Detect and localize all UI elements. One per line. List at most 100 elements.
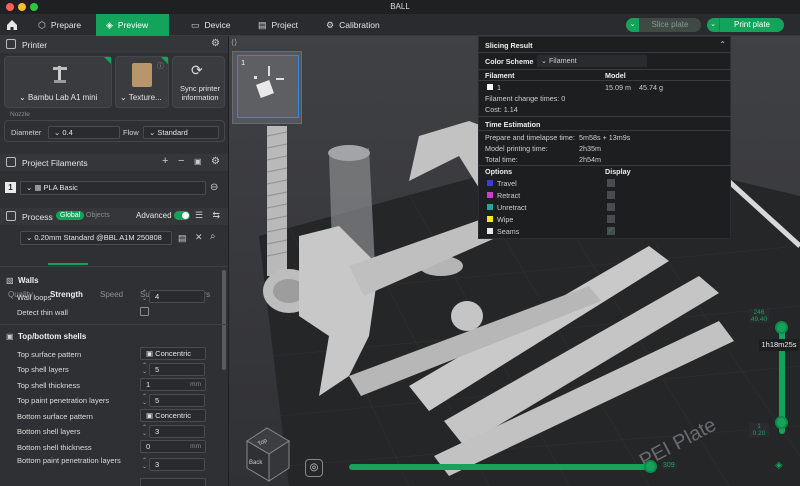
chevron-down-icon: ⌄: [120, 93, 129, 102]
gear-icon[interactable]: ⚙: [211, 38, 220, 49]
concentric-icon: ▣: [146, 349, 156, 358]
process-section-header: Process Global Objects Advanced ☰ ⇆: [0, 208, 228, 225]
tab-speed[interactable]: Speed: [100, 290, 123, 299]
wall-loops-input[interactable]: 4: [149, 290, 205, 303]
print-plate-button[interactable]: ⌄ Print plate: [707, 18, 784, 32]
monitor-icon: ▭: [191, 20, 200, 30]
plate-thumbnail-image: [254, 66, 284, 98]
seams-swatch: [487, 228, 493, 234]
list-icon[interactable]: ☰: [195, 210, 203, 221]
filament-select[interactable]: ⌄ ▦ PLA Basic: [20, 181, 206, 195]
bottom-shell-thickness-input[interactable]: 0 mm: [140, 440, 206, 453]
layers-toggle-icon[interactable]: ◈: [775, 460, 783, 471]
retract-swatch: [487, 192, 493, 198]
bottom-shell-layers-input[interactable]: 3: [149, 425, 205, 438]
zoom-window-button[interactable]: [30, 3, 38, 11]
close-icon[interactable]: ✕: [195, 232, 203, 243]
move-slider-track[interactable]: [349, 464, 654, 470]
plate-image: [132, 63, 152, 87]
layer-slider-bottom-handle[interactable]: [775, 416, 788, 429]
collapse-sidebar-icon[interactable]: ⟨⟩: [231, 38, 237, 47]
active-tab-indicator: [48, 263, 88, 265]
color-scheme-select[interactable]: ⌄ Filament: [537, 55, 647, 67]
retract-display-checkbox[interactable]: [607, 191, 615, 199]
nozzle-card: Diameter ⌄ 0.4 Flow ⌄ Standard: [4, 120, 225, 142]
plate-thumbnail[interactable]: 1: [237, 55, 299, 118]
target-icon[interactable]: ◎: [305, 459, 323, 477]
chevron-down-icon: ⌄: [19, 93, 28, 102]
chevron-down-icon[interactable]: ⌄: [707, 18, 720, 32]
unretract-display-checkbox[interactable]: [607, 203, 615, 211]
travel-swatch: [487, 180, 493, 186]
tab-preview[interactable]: ◈ Preview: [96, 14, 169, 36]
detect-thin-wall-checkbox[interactable]: [140, 307, 149, 316]
sync-printer-button[interactable]: ⟳ Sync printer information: [172, 56, 225, 108]
stepper-arrows-icon[interactable]: ⌃ ⌄: [142, 458, 148, 470]
filament-index: 1: [5, 182, 16, 193]
layer-slider-top-handle[interactable]: [775, 321, 788, 334]
remove-icon[interactable]: −: [178, 155, 184, 167]
top-paint-penetration-input[interactable]: 5: [149, 394, 205, 407]
view-cube-back[interactable]: Back: [249, 460, 263, 466]
close-window-button[interactable]: [6, 3, 14, 11]
process-profile-select[interactable]: ⌄ 0.20mm Standard @BBL A1M 250808: [20, 231, 172, 245]
chevron-down-icon: ⌄: [541, 56, 550, 65]
stepper-arrows-icon[interactable]: ⌃ ⌄: [142, 363, 148, 375]
process-icon: [6, 211, 16, 221]
remove-filament-icon[interactable]: ⊖: [210, 182, 218, 193]
flow-select[interactable]: ⌄ Standard: [143, 126, 219, 139]
move-slider-handle[interactable]: [644, 460, 657, 473]
seams-display-checkbox[interactable]: ✓: [607, 227, 615, 235]
stepper-arrows-icon[interactable]: ⌃ ⌄: [142, 290, 148, 302]
filament-color-swatch: [487, 84, 493, 90]
settings-scrollbar[interactable]: [222, 270, 226, 370]
top-shell-thickness-input[interactable]: 1 mm: [140, 378, 206, 391]
left-sidebar: Printer ⚙ ⌄ Bambu Lab A1 mini ⓘ ⌄ Textur…: [0, 36, 229, 486]
project-icon: ▤: [258, 20, 267, 30]
top-shell-layers-input[interactable]: 5: [149, 363, 205, 376]
title-bar: BALL: [0, 0, 800, 14]
chevron-down-icon[interactable]: ⌄: [626, 18, 639, 32]
compare-icon[interactable]: ⇆: [212, 210, 220, 221]
plate-thumbnail-panel[interactable]: 1: [232, 51, 302, 124]
home-icon[interactable]: [5, 18, 19, 32]
sync-icon: ⟳: [191, 62, 203, 78]
global-toggle[interactable]: Global: [56, 211, 85, 220]
window-title: BALL: [390, 2, 410, 11]
tab-strength[interactable]: Strength: [50, 290, 83, 299]
stepper-arrows-icon[interactable]: ⌃ ⌄: [142, 425, 148, 437]
printer-section-header: Printer ⚙: [0, 36, 228, 53]
advanced-toggle[interactable]: [174, 211, 190, 220]
top-toolbar: ⬡ Prepare ◈ Preview ▭ Device ▤ Project ⚙ Cali…: [0, 14, 800, 36]
bottom-surface-pattern-select[interactable]: ▣ Concentric: [140, 409, 206, 422]
top-surface-pattern-select[interactable]: ▣ Concentric: [140, 347, 206, 360]
printer-model-icon: [53, 66, 67, 83]
filaments-section-header: Project Filaments + − ▣ ⚙: [0, 154, 228, 171]
tab-device[interactable]: ▭ Device: [181, 14, 241, 36]
objects-toggle[interactable]: Objects: [86, 212, 110, 219]
search-icon[interactable]: ⌕: [210, 231, 216, 242]
sync-filament-icon[interactable]: ▣: [194, 157, 202, 166]
stepper-arrows-icon[interactable]: ⌃ ⌄: [142, 394, 148, 406]
walls-icon: ▧: [6, 276, 14, 285]
plate-card[interactable]: ⓘ ⌄ Texture...: [115, 56, 169, 108]
tab-project[interactable]: ▤ Project: [248, 14, 308, 36]
wipe-display-checkbox[interactable]: [607, 215, 615, 223]
slice-plate-button[interactable]: ⌄ Slice plate: [626, 18, 701, 32]
tab-calibration[interactable]: ⚙ Calibration: [316, 14, 390, 36]
bottom-paint-penetration-input[interactable]: 3: [149, 458, 205, 471]
add-icon[interactable]: +: [162, 155, 168, 167]
slicing-title: Slicing Result: [485, 41, 533, 50]
tab-prepare[interactable]: ⬡ Prepare: [28, 14, 91, 36]
collapse-icon[interactable]: ⌃: [719, 40, 726, 49]
minimize-window-button[interactable]: [18, 3, 26, 11]
printer-card[interactable]: ⌄ Bambu Lab A1 mini: [4, 56, 112, 108]
advanced-label: Advanced: [136, 211, 172, 220]
travel-display-checkbox[interactable]: [607, 179, 615, 187]
gear-icon[interactable]: ⚙: [211, 156, 220, 167]
diameter-select[interactable]: ⌄ 0.4: [48, 126, 120, 139]
nozzle-label: Nozzle: [10, 111, 30, 118]
wipe-swatch: [487, 216, 493, 222]
layer-time-tag: 1h18m25s: [759, 339, 799, 351]
save-icon[interactable]: ▤: [178, 233, 187, 244]
